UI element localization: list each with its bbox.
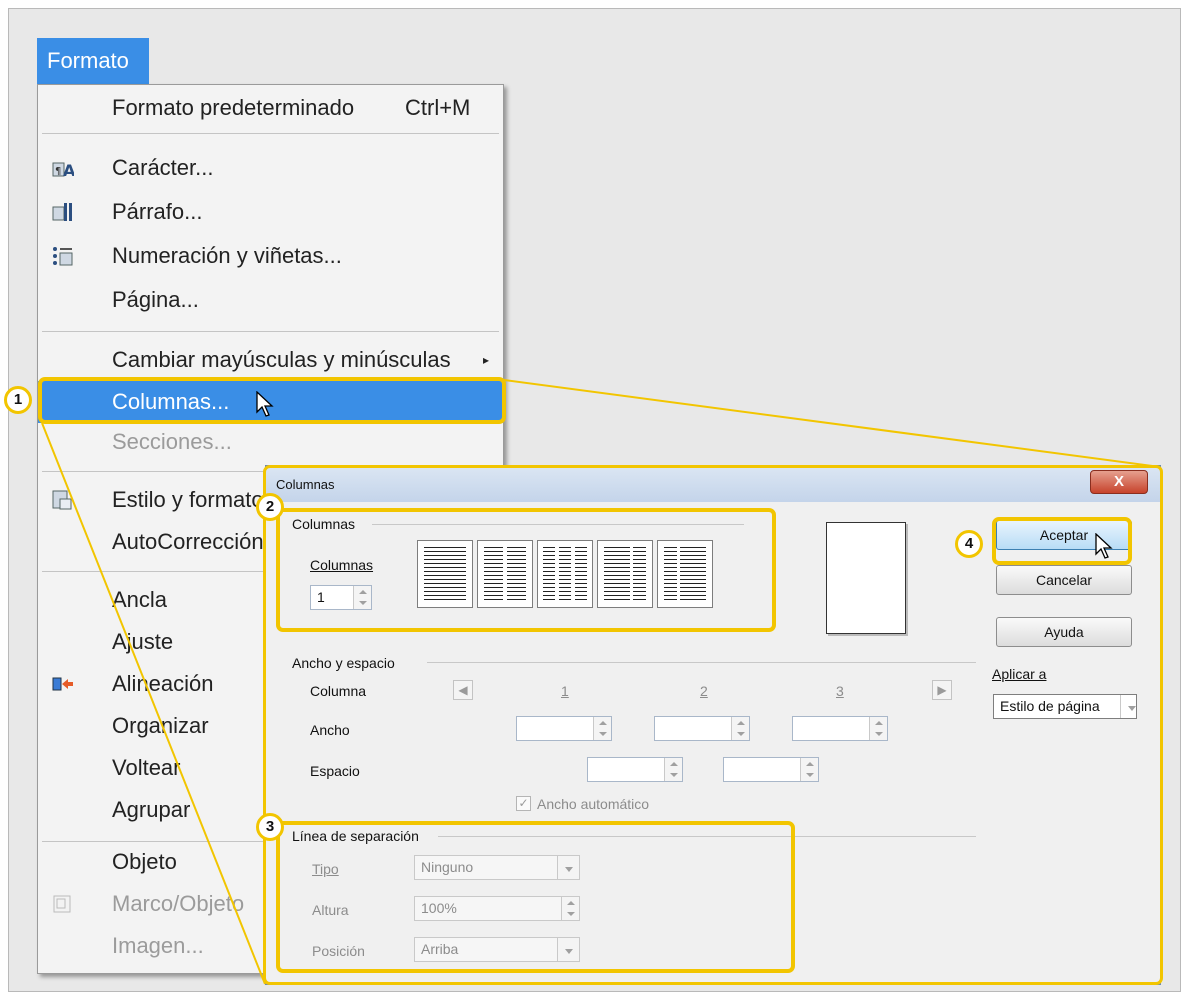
callout-badge-1: 1 — [4, 386, 32, 414]
submenu-arrow-icon: ▸ — [483, 353, 490, 367]
menu-item-paragraph[interactable]: Párrafo... — [38, 191, 503, 233]
callout-badge-2: 2 — [256, 493, 284, 521]
menu-item-sections: Secciones... — [112, 429, 232, 454]
character-icon: ¶ A — [52, 161, 74, 179]
callout-box-1 — [38, 377, 506, 424]
menu-item-bullets[interactable]: Numeración y viñetas... — [38, 235, 503, 277]
menu-item-page[interactable]: Página... — [38, 279, 503, 321]
callout-box-4 — [992, 517, 1132, 565]
menu-item-default-format[interactable]: Formato predeterminado Ctrl+M — [38, 87, 503, 129]
styles-icon — [52, 490, 72, 510]
callout-box-2 — [276, 508, 776, 632]
menu-formato[interactable]: Formato — [37, 38, 149, 84]
callout-box-3 — [276, 821, 795, 973]
callout-badge-3: 3 — [256, 813, 284, 841]
menu-separator — [42, 133, 499, 134]
menu-item-character[interactable]: ¶ A Carácter... — [38, 147, 503, 189]
paragraph-icon — [52, 203, 72, 221]
bullets-numbering-icon — [53, 247, 73, 266]
frame-object-icon — [53, 895, 71, 913]
callout-badge-4: 4 — [955, 530, 983, 558]
alignment-icon — [52, 677, 73, 691]
menu-item-change-case[interactable]: Cambiar mayúsculas y minúsculas ▸ — [38, 339, 503, 381]
menu-separator — [42, 331, 499, 332]
svg-text:¶: ¶ — [55, 166, 61, 177]
svg-text:A: A — [63, 161, 74, 179]
